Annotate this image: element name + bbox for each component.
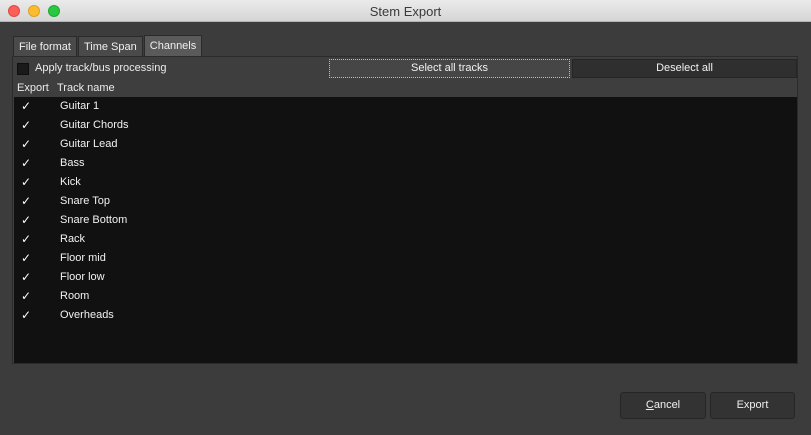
tab-time-span[interactable]: Time Span [77,36,143,56]
export-checkmark-icon[interactable]: ✓ [21,99,35,113]
export-checkmark-icon[interactable]: ✓ [21,118,35,132]
track-name-cell: Rack [60,233,86,245]
table-row[interactable]: ✓ Floor low [14,268,797,287]
export-checkmark-icon[interactable]: ✓ [21,194,35,208]
deselect-all-button[interactable]: Deselect all [572,59,797,78]
track-name-cell: Guitar 1 [60,100,100,112]
channels-toolbar: Apply track/bus processing Select all tr… [13,58,797,80]
table-row[interactable]: ✓ Guitar 1 [14,97,797,116]
export-checkmark-icon[interactable]: ✓ [21,213,35,227]
title-bar: Stem Export [0,0,811,22]
export-button[interactable]: Export [710,392,795,419]
export-checkmark-icon[interactable]: ✓ [21,289,35,303]
cancel-button[interactable]: Cancel [620,392,706,419]
table-row[interactable]: ✓ Overheads [14,306,797,325]
track-name-cell: Overheads [60,309,114,321]
track-name-cell: Guitar Lead [60,138,118,150]
export-checkmark-icon[interactable]: ✓ [21,137,35,151]
table-row[interactable]: ✓ Snare Top [14,192,797,211]
export-checkmark-icon[interactable]: ✓ [21,270,35,284]
export-checkmark-icon[interactable]: ✓ [21,308,35,322]
table-row[interactable]: ✓ Room [14,287,797,306]
select-all-tracks-button[interactable]: Select all tracks [329,59,570,78]
table-row[interactable]: ✓ Bass [14,154,797,173]
cancel-label-initial: C [645,399,654,411]
track-name-cell: Snare Top [60,195,110,207]
tab-channels[interactable]: Channels [143,35,203,56]
export-checkmark-icon[interactable]: ✓ [21,251,35,265]
table-row[interactable]: ✓ Guitar Lead [14,135,797,154]
table-row[interactable]: ✓ Rack [14,230,797,249]
cancel-label-rest: ancel [653,399,681,411]
track-name-cell: Guitar Chords [60,119,129,131]
export-checkmark-icon[interactable]: ✓ [21,156,35,170]
table-header: Export Track name [13,81,797,97]
table-row[interactable]: ✓ Guitar Chords [14,116,797,135]
track-name-cell: Floor low [60,271,105,283]
window-title: Stem Export [369,4,442,19]
tab-file-format[interactable]: File format [13,36,77,56]
track-list[interactable]: ✓ Guitar 1 ✓ Guitar Chords ✓ Guitar Lead ✓ Bass… [14,97,797,363]
track-name-cell: Room [60,290,90,302]
export-checkmark-icon[interactable]: ✓ [21,232,35,246]
export-checkmark-icon[interactable]: ✓ [21,175,35,189]
table-row[interactable]: ✓ Snare Bottom [14,211,797,230]
track-name-cell: Floor mid [60,252,106,264]
apply-processing-label: Apply track/bus processing [35,62,167,74]
track-name-cell: Kick [60,176,81,188]
column-header-export[interactable]: Export [17,82,49,94]
channels-panel: Apply track/bus processing Select all tr… [12,56,798,364]
apply-processing-checkbox[interactable] [17,63,29,75]
column-header-track-name[interactable]: Track name [57,82,115,94]
table-row[interactable]: ✓ Kick [14,173,797,192]
track-name-cell: Bass [60,157,85,169]
table-row[interactable]: ✓ Floor mid [14,249,797,268]
tab-bar: File format Time Span Channels [13,35,203,56]
track-name-cell: Snare Bottom [60,214,128,226]
